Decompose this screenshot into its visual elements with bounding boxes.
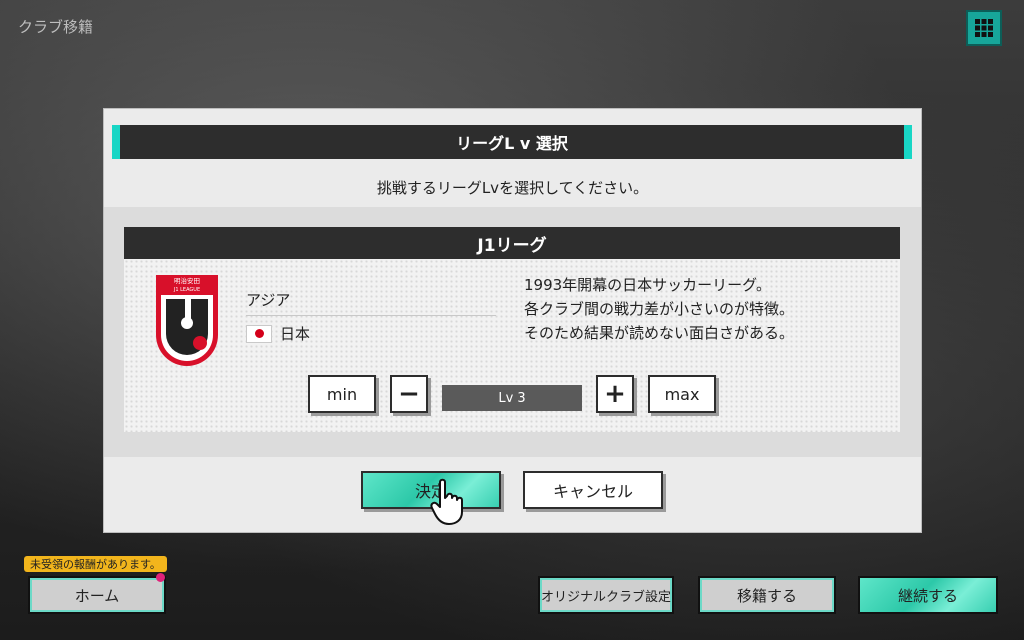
description-line: そのため結果が読めない面白さがある。 (524, 324, 795, 342)
divider (246, 315, 496, 316)
continue-button[interactable]: 継続する (858, 576, 998, 614)
league-panel: J1リーグ 明治安田 J1 LEAGUE アジア 日本 1993年開幕の日本サッ… (104, 207, 921, 457)
description-line: 1993年開幕の日本サッカーリーグ。 (524, 276, 771, 294)
league-country: 日本 (246, 323, 310, 344)
japan-flag-icon (246, 324, 272, 343)
level-display: Lv 3 (442, 385, 582, 411)
league-region: アジア (246, 291, 291, 309)
description-line: 各クラブ間の戦力差が小さいのが特徴。 (524, 300, 795, 318)
cancel-button[interactable]: キャンセル (523, 471, 663, 509)
country-name: 日本 (280, 325, 311, 343)
league-description: 1993年開幕の日本サッカーリーグ。 各クラブ間の戦力差が小さいのが特徴。 その… (524, 273, 794, 345)
transfer-button[interactable]: 移籍する (698, 576, 836, 614)
menu-grid-button[interactable] (966, 10, 1002, 46)
plus-button[interactable]: + (596, 375, 634, 413)
league-level-dialog: リーグL v 選択 挑戦するリーグLvを選択してください。 J1リーグ 明治安田… (104, 109, 921, 532)
league-emblem-icon: 明治安田 J1 LEAGUE (156, 275, 218, 366)
dialog-title: リーグL v 選択 (112, 125, 912, 159)
emblem-text-top: 明治安田 (174, 276, 200, 285)
level-selector: min − Lv 3 + max (124, 375, 900, 419)
dialog-subtitle: 挑戦するリーグLvを選択してください。 (376, 178, 649, 197)
min-button[interactable]: min (308, 375, 376, 413)
home-button[interactable]: ホーム (28, 576, 166, 614)
league-name: J1リーグ (124, 227, 900, 259)
background-decoration (924, 40, 1024, 600)
original-club-button[interactable]: オリジナルクラブ設定 (538, 576, 674, 614)
emblem-text-bottom: J1 LEAGUE (173, 287, 200, 293)
league-info: 明治安田 J1 LEAGUE アジア 日本 1993年開幕の日本サッカーリーグ。… (124, 259, 900, 432)
reward-notice: 未受領の報酬があります。 (24, 556, 167, 572)
notification-dot (156, 573, 165, 582)
minus-button[interactable]: − (390, 375, 428, 413)
max-button[interactable]: max (648, 375, 716, 413)
screen-title: クラブ移籍 (18, 18, 94, 36)
league-card: J1リーグ 明治安田 J1 LEAGUE アジア 日本 1993年開幕の日本サッ… (124, 227, 900, 432)
pointer-hand-icon (430, 478, 463, 525)
grid-icon (975, 19, 993, 37)
